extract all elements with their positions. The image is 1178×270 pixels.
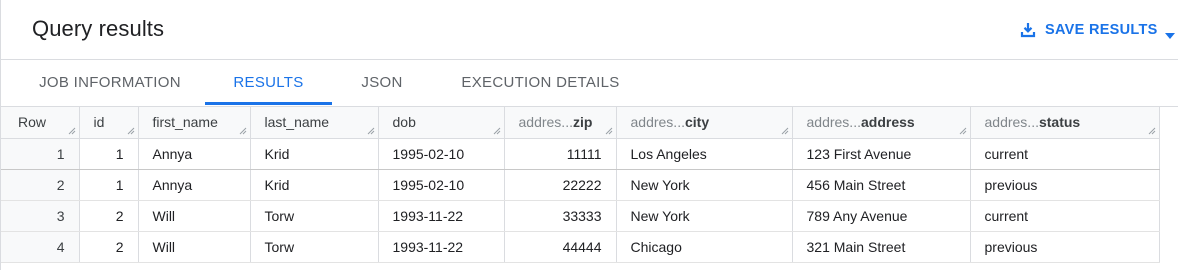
column-header-first-name[interactable]: first_name: [138, 107, 251, 139]
resize-handle-icon[interactable]: [68, 127, 76, 135]
city-cell[interactable]: Los Angeles: [616, 138, 793, 170]
save-results-label: SAVE RESULTS: [1045, 22, 1158, 38]
column-header-prefix: addres...: [518, 114, 573, 131]
results-header: Query results SAVE RESULTS: [1, 0, 1178, 60]
status-cell[interactable]: current: [970, 200, 1160, 232]
dob-cell[interactable]: 1995-02-10: [378, 169, 505, 201]
address-cell[interactable]: 456 Main Street: [792, 169, 971, 201]
caret-down-icon[interactable]: [1164, 27, 1175, 39]
column-header-address-city[interactable]: addres...city: [616, 107, 793, 139]
resize-handle-icon[interactable]: [959, 127, 967, 135]
column-header-label: dob: [392, 114, 416, 131]
zip-cell[interactable]: 33333: [504, 200, 617, 232]
results-tabs: JOB INFORMATION RESULTS JSON EXECUTION D…: [1, 60, 1178, 106]
zip-cell[interactable]: 22222: [504, 169, 617, 201]
page-title: Query results: [32, 16, 165, 41]
resize-handle-icon[interactable]: [239, 127, 247, 135]
address-cell[interactable]: 123 First Avenue: [792, 138, 971, 170]
last-name-cell[interactable]: Krid: [250, 169, 379, 201]
zip-cell[interactable]: 11111: [504, 138, 617, 170]
city-cell[interactable]: New York: [616, 169, 793, 201]
save-results-button[interactable]: SAVE RESULTS: [1019, 17, 1175, 43]
column-header-field: address: [860, 114, 915, 131]
active-tab-indicator: [205, 102, 332, 105]
tab-json[interactable]: JSON: [332, 60, 432, 105]
table-row[interactable]: 3 2 Will Torw 1993-11-22 33333 New York …: [1, 200, 1160, 232]
status-cell[interactable]: current: [970, 138, 1160, 170]
column-header-label: first_name: [152, 114, 218, 131]
resize-handle-icon[interactable]: [605, 127, 613, 135]
column-header-address-status[interactable]: addres...status: [970, 107, 1160, 139]
city-cell[interactable]: New York: [616, 200, 793, 232]
column-header-prefix: addres...: [630, 114, 685, 131]
query-results-panel: Query results SAVE RESULTS JOB INFORMATI…: [0, 0, 1178, 270]
column-header-field: city: [684, 114, 710, 131]
dob-cell[interactable]: 1993-11-22: [378, 231, 505, 263]
row-number-cell: 1: [1, 138, 80, 170]
column-header-label: Row: [18, 114, 47, 131]
last-name-cell[interactable]: Krid: [250, 138, 379, 170]
address-cell[interactable]: 789 Any Avenue: [792, 200, 971, 232]
tab-results[interactable]: RESULTS: [205, 60, 332, 105]
first-name-cell[interactable]: Annya: [138, 138, 251, 170]
column-header-prefix: addres...: [806, 114, 861, 131]
last-name-cell[interactable]: Torw: [250, 231, 379, 263]
resize-handle-icon[interactable]: [367, 127, 375, 135]
table-header-row: Row id first_name last_name dob addres..…: [1, 107, 1160, 139]
zip-cell[interactable]: 44444: [504, 231, 617, 263]
status-cell[interactable]: previous: [970, 231, 1160, 263]
column-header-last-name[interactable]: last_name: [250, 107, 379, 139]
column-header-label: last_name: [264, 114, 330, 131]
city-cell[interactable]: Chicago: [616, 231, 793, 263]
dob-cell[interactable]: 1993-11-22: [378, 200, 505, 232]
tab-job-information[interactable]: JOB INFORMATION: [15, 60, 205, 105]
row-number-cell: 3: [1, 200, 80, 232]
column-header-prefix: addres...: [984, 114, 1039, 131]
column-header-row[interactable]: Row: [1, 107, 80, 139]
address-cell[interactable]: 321 Main Street: [792, 231, 971, 263]
id-cell[interactable]: 1: [79, 138, 139, 170]
resize-handle-icon[interactable]: [493, 127, 501, 135]
column-header-id[interactable]: id: [79, 107, 139, 139]
column-header-address-address[interactable]: addres...address: [792, 107, 971, 139]
tab-execution-details[interactable]: EXECUTION DETAILS: [432, 60, 649, 105]
column-header-field: zip: [572, 114, 593, 131]
download-icon: [1019, 21, 1037, 39]
id-cell[interactable]: 2: [79, 200, 139, 232]
table-row[interactable]: 4 2 Will Torw 1993-11-22 44444 Chicago 3…: [1, 231, 1160, 263]
table-row[interactable]: 2 1 Annya Krid 1995-02-10 22222 New York…: [1, 169, 1160, 201]
first-name-cell[interactable]: Will: [138, 200, 251, 232]
id-cell[interactable]: 2: [79, 231, 139, 263]
column-header-label: id: [93, 114, 105, 131]
resize-handle-icon[interactable]: [1148, 127, 1156, 135]
column-header-dob[interactable]: dob: [378, 107, 505, 139]
status-cell[interactable]: previous: [970, 169, 1160, 201]
first-name-cell[interactable]: Will: [138, 231, 251, 263]
first-name-cell[interactable]: Annya: [138, 169, 251, 201]
column-header-field: status: [1038, 114, 1081, 131]
row-number-cell: 2: [1, 169, 80, 201]
results-grid: Row id first_name last_name dob addres..…: [1, 106, 1178, 270]
row-number-cell: 4: [1, 231, 80, 263]
dob-cell[interactable]: 1995-02-10: [378, 138, 505, 170]
resize-handle-icon[interactable]: [781, 127, 789, 135]
id-cell[interactable]: 1: [79, 169, 139, 201]
table-row[interactable]: 1 1 Annya Krid 1995-02-10 11111 Los Ange…: [1, 138, 1160, 170]
results-table: Row id first_name last_name dob addres..…: [1, 107, 1160, 263]
column-header-address-zip[interactable]: addres...zip: [504, 107, 617, 139]
last-name-cell[interactable]: Torw: [250, 200, 379, 232]
resize-handle-icon[interactable]: [127, 127, 135, 135]
